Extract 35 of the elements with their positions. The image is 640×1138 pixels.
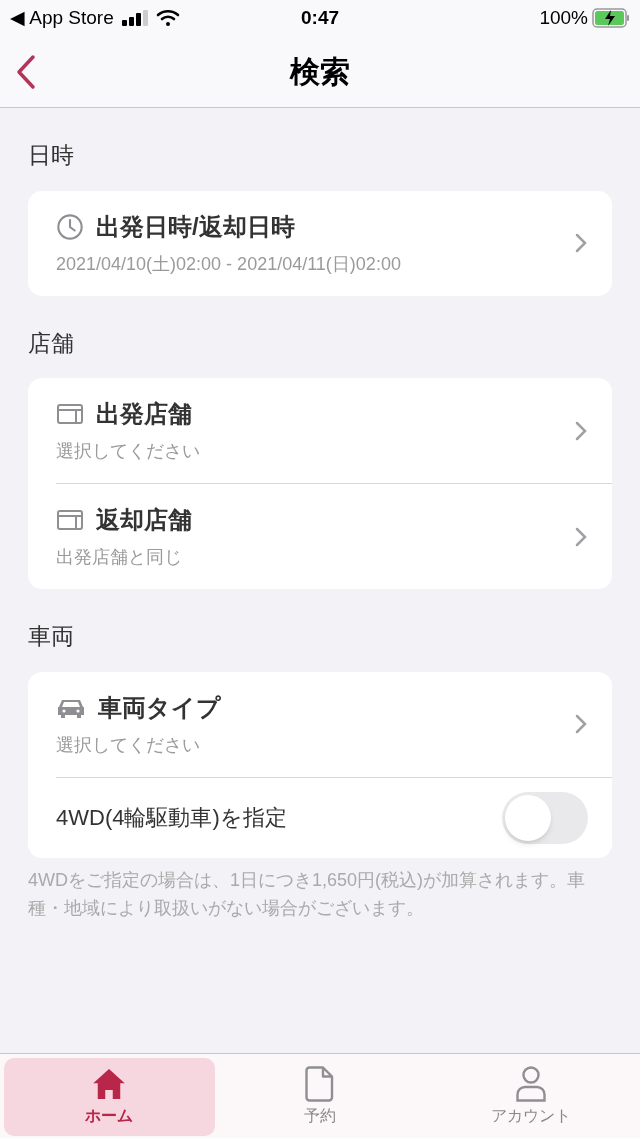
row-title: 出発店舗 [96, 399, 192, 429]
tab-bar-item[interactable]: 予約 [214, 1058, 426, 1136]
list-row[interactable]: 出発日時/返却日時 2021/04/10(土)02:00 - 2021/04/11(日)02:00 [56, 190, 612, 296]
chevron-right-icon [574, 231, 588, 255]
toggle-label: 4WD(4輪駆動車)を指定 [56, 804, 287, 832]
battery-percent: 100% [539, 5, 588, 30]
tab-bar-item[interactable]: ホーム [4, 1058, 215, 1136]
wifi-icon [155, 9, 180, 27]
row-title: 車両タイプ [98, 692, 221, 723]
row-subtitle: 出発店舗と同じ [56, 546, 183, 569]
person-icon [515, 1066, 546, 1102]
toggle-switch[interactable] [502, 791, 588, 844]
note-text: 4WDをご指定の場合は、1日につき1,650円(税込)が加算されます。車種・地域により取扱いがない場合がございます。 [28, 868, 587, 920]
document-icon [305, 1066, 335, 1102]
signal-icon [121, 10, 148, 26]
row-title: 返却店舗 [96, 505, 192, 535]
row-subtitle: 2021/04/10(土)02:00 - 2021/04/11(日)02:00 [56, 252, 401, 276]
battery-charging-icon [592, 8, 630, 28]
clock-icon [56, 212, 84, 241]
section-label: 車両 [28, 622, 75, 651]
section-label: 日時 [28, 141, 75, 170]
back-to-app-link[interactable]: ◀ App Store [10, 3, 114, 33]
row-title: 出発日時/返却日時 [96, 211, 295, 242]
section-label: 店舗 [28, 328, 75, 358]
window-icon [56, 402, 84, 426]
row-subtitle: 選択してください [56, 733, 201, 757]
list-row[interactable]: 返却店舗 出発店舗と同じ [56, 484, 612, 589]
status-time: 0:47 [301, 5, 339, 30]
list-row[interactable]: 車両タイプ 選択してください [56, 671, 612, 778]
chevron-left-icon [15, 54, 37, 90]
chevron-right-icon [574, 712, 588, 736]
list-row[interactable]: 出発店舗 選択してください [56, 378, 612, 484]
window-icon [56, 508, 84, 532]
row-subtitle: 選択してください [56, 440, 200, 463]
page-title: 検索 [290, 54, 350, 90]
